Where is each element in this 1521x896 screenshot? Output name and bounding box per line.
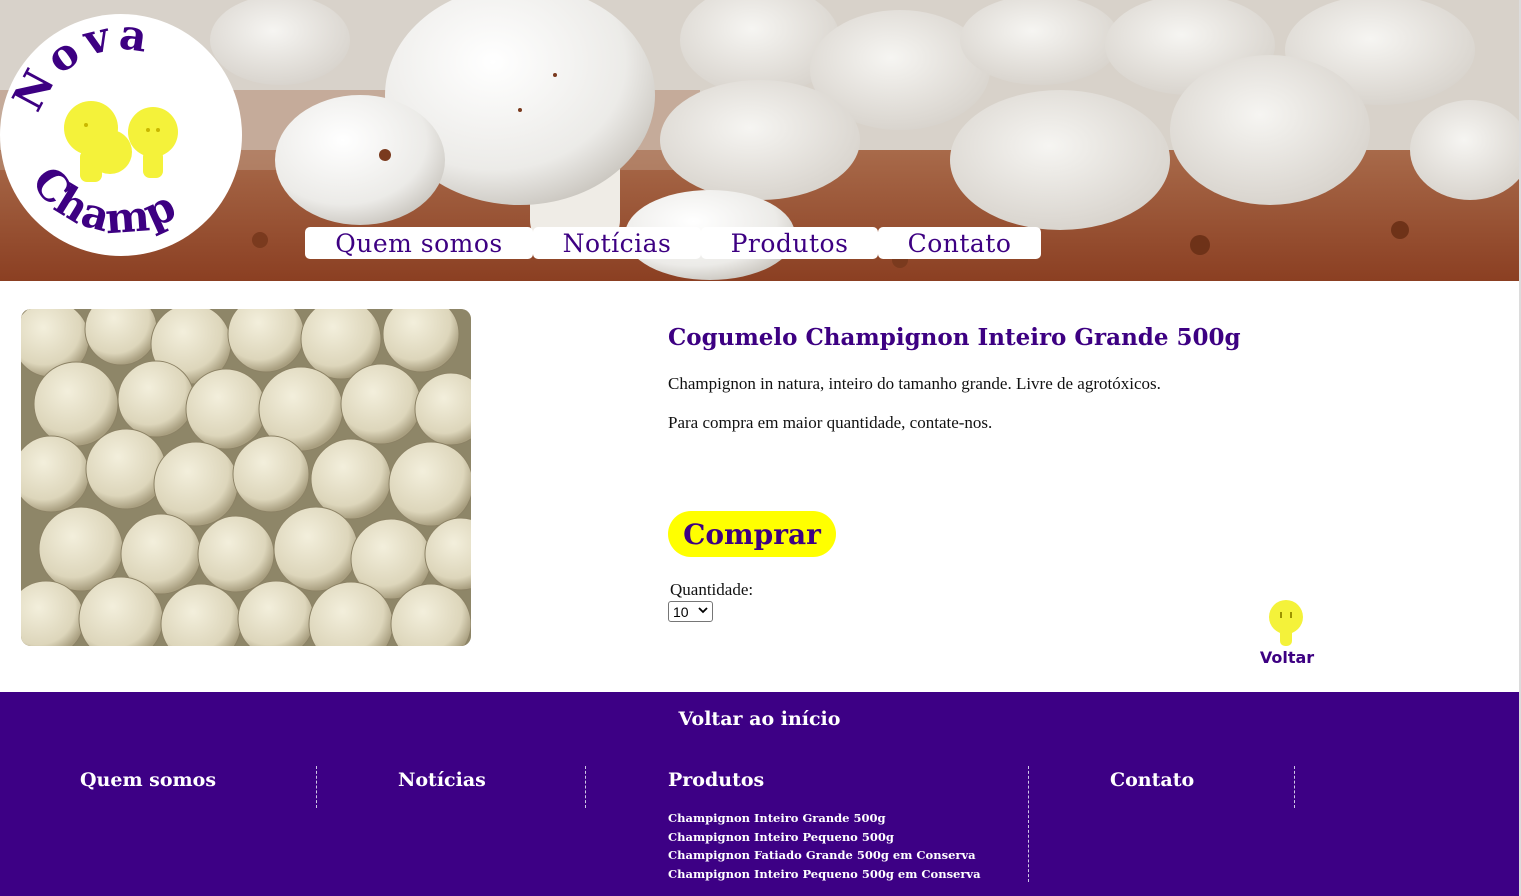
footer-product-link[interactable]: Champignon Inteiro Grande 500g xyxy=(668,809,981,828)
header-banner: Nova Champ Quem somos Notícias Produtos … xyxy=(0,0,1519,281)
product-photo xyxy=(21,309,471,646)
footer-noticias[interactable]: Notícias xyxy=(398,769,486,791)
footer-divider xyxy=(585,766,586,808)
footer-divider xyxy=(316,766,317,808)
chevron-down-icon xyxy=(698,607,708,614)
nav-noticias[interactable]: Notícias xyxy=(533,227,701,259)
mushroom-back-icon xyxy=(1269,600,1303,646)
back-button[interactable]: Voltar xyxy=(1256,600,1318,670)
product-title: Cogumelo Champignon Inteiro Grande 500g xyxy=(668,324,1241,351)
mushrooms-image xyxy=(21,309,471,646)
footer-contato[interactable]: Contato xyxy=(1110,769,1194,791)
footer-quem-somos[interactable]: Quem somos xyxy=(80,769,216,791)
bulk-order-note: Para compra em maior quantidade, contate… xyxy=(668,413,993,432)
product-description: Champignon in natura, inteiro do tamanho… xyxy=(668,374,1161,393)
footer-product-link[interactable]: Champignon Fatiado Grande 500g em Conser… xyxy=(668,846,981,865)
footer-product-link[interactable]: Champignon Inteiro Pequeno 500g em Conse… xyxy=(668,865,981,884)
quantity-value: 10 xyxy=(673,603,689,620)
footer-divider xyxy=(1294,766,1295,808)
footer: Voltar ao início Quem somos Notícias Pro… xyxy=(0,692,1519,896)
quantity-label: Quantidade: xyxy=(670,580,754,599)
footer-product-links: Champignon Inteiro Grande 500g Champigno… xyxy=(668,809,981,883)
footer-product-link[interactable]: Champignon Inteiro Pequeno 500g xyxy=(668,828,981,847)
nav-quem-somos[interactable]: Quem somos xyxy=(305,227,533,259)
footer-divider xyxy=(1028,766,1029,882)
quantity-select[interactable]: 10 xyxy=(668,601,713,622)
nav-contato[interactable]: Contato xyxy=(878,227,1041,259)
nav-produtos[interactable]: Produtos xyxy=(701,227,878,259)
buy-button[interactable]: Comprar xyxy=(668,511,836,557)
back-to-top-link[interactable]: Voltar ao início xyxy=(0,708,1519,730)
back-label: Voltar xyxy=(1259,648,1315,667)
footer-produtos[interactable]: Produtos xyxy=(668,769,764,791)
nova-champ-logo[interactable]: Nova Champ xyxy=(0,10,244,260)
